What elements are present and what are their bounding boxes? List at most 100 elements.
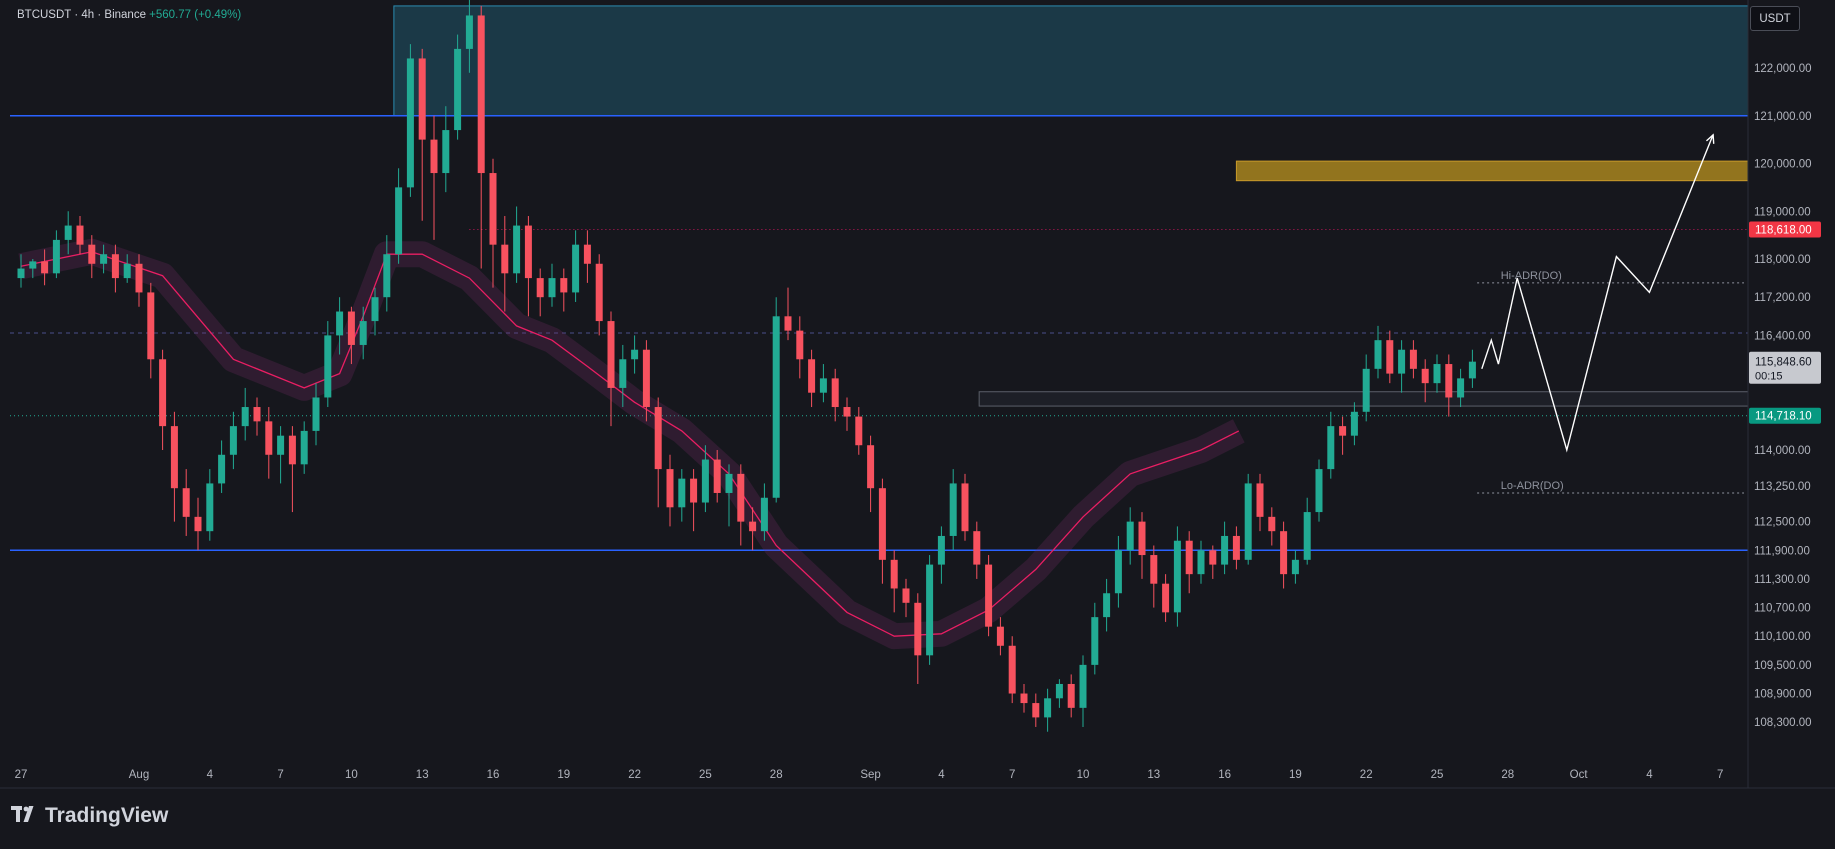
y-tick-label: 110,100.00: [1754, 631, 1811, 643]
candle: [1374, 325, 1382, 379]
candle: [808, 349, 816, 408]
candle: [1339, 416, 1347, 455]
candle: [300, 421, 308, 474]
y-tick-label: 108,900.00: [1754, 689, 1812, 701]
candle-body: [642, 349, 650, 408]
candle: [229, 411, 237, 470]
symbol-name[interactable]: BTCUSDT: [17, 9, 71, 21]
candle-body: [1020, 693, 1028, 704]
candle-body: [1103, 593, 1111, 618]
candle: [241, 387, 249, 441]
candle: [607, 311, 615, 427]
candle: [678, 469, 686, 522]
candle: [890, 550, 898, 613]
candle-body: [182, 488, 190, 517]
candle-body: [406, 58, 414, 188]
y-tick-label: 109,500.00: [1754, 660, 1812, 672]
x-tick-label: 19: [1289, 769, 1302, 781]
candle-body: [52, 239, 60, 274]
separator: ·: [74, 9, 79, 21]
candle-body: [985, 564, 993, 627]
candle-body: [914, 602, 922, 656]
candle: [1244, 473, 1252, 565]
candle: [878, 478, 886, 584]
candle-body: [336, 311, 344, 336]
candle: [843, 397, 851, 431]
candle-body: [123, 263, 131, 279]
candle: [1067, 674, 1075, 718]
candle: [1173, 526, 1181, 627]
candle-body: [288, 435, 296, 465]
y-tick-label: 117,200.00: [1754, 292, 1811, 304]
candle-body: [1280, 531, 1288, 575]
gold-zone: [1235, 160, 1749, 182]
candle-body: [418, 58, 426, 140]
candle: [218, 440, 226, 493]
candle-body: [1197, 550, 1205, 575]
x-tick-label: 13: [416, 769, 429, 781]
candle-body: [678, 478, 686, 508]
candle: [1409, 340, 1417, 379]
candle-body: [253, 407, 261, 422]
y-tick-label: 114,000.00: [1754, 445, 1811, 457]
y-tick-label: 108,300.00: [1754, 717, 1812, 729]
candle: [937, 526, 945, 584]
candle-body: [595, 263, 603, 322]
x-tick-label: 7: [277, 769, 283, 781]
candle-body: [170, 426, 178, 489]
candle-body: [477, 15, 485, 174]
x-tick-label: 25: [699, 769, 712, 781]
candle-body: [1244, 483, 1252, 560]
candle: [524, 216, 532, 317]
candle-body: [1291, 559, 1299, 575]
candle-body: [17, 268, 25, 279]
candle: [914, 593, 922, 684]
tradingview-logo[interactable]: TradingView: [11, 804, 168, 828]
candle: [1386, 330, 1394, 384]
candle: [1008, 636, 1016, 704]
candle-body: [501, 244, 509, 274]
chart-canvas[interactable]: Hi-ADR(DO) Lo-ADR(DO) 27 Aug 4 7 10 13 16 19 22 25…: [0, 0, 1835, 849]
candle: [926, 555, 934, 665]
symbol-header[interactable]: BTCUSDT · 4h · Binance +560.77 (+0.49%): [17, 9, 241, 21]
candle: [784, 287, 792, 341]
candle: [253, 397, 261, 436]
candle: [1268, 507, 1276, 546]
candle-body: [1008, 645, 1016, 694]
interval-label[interactable]: 4h: [81, 9, 94, 21]
candle-body: [1162, 583, 1170, 613]
candle-body: [713, 459, 721, 493]
y-tick-label: 112,500.00: [1754, 517, 1811, 529]
tradingview-logo-icon: [11, 805, 39, 828]
x-tick-label: 4: [938, 769, 945, 781]
exchange-label[interactable]: Binance: [104, 9, 146, 21]
currency-button[interactable]: USDT: [1750, 6, 1800, 31]
candle: [1256, 473, 1264, 532]
last-price-tag: 115,848.60 00:15: [1749, 351, 1821, 384]
candle-body: [277, 435, 285, 455]
x-tick-label: Aug: [129, 769, 149, 781]
candle: [1079, 655, 1087, 727]
candle: [1020, 683, 1028, 713]
y-tick-label: 111,300.00: [1754, 574, 1810, 586]
price-change: +560.77 (+0.49%): [149, 9, 242, 21]
candle-body: [1232, 535, 1240, 560]
x-tick-label: 25: [1431, 769, 1444, 781]
candle-body: [1445, 364, 1453, 398]
candle-body: [808, 359, 816, 393]
candle-body: [100, 254, 108, 264]
candle-body: [159, 359, 167, 427]
last-price-text: 115,848.60: [1755, 357, 1812, 369]
target-zone: [393, 5, 1749, 117]
candle-body: [111, 254, 119, 279]
y-tick-label: 113,250.00: [1754, 481, 1811, 493]
y-tick-label: 119,000.00: [1754, 206, 1811, 218]
candle-body: [878, 488, 886, 560]
candle-body: [1268, 516, 1276, 532]
candle: [1126, 507, 1134, 565]
candle-body: [1126, 521, 1134, 551]
candle-body: [312, 397, 320, 431]
lo-adr-label: Lo-ADR(DO): [1501, 480, 1564, 492]
candle-body: [300, 430, 308, 465]
candle-body: [701, 459, 709, 503]
